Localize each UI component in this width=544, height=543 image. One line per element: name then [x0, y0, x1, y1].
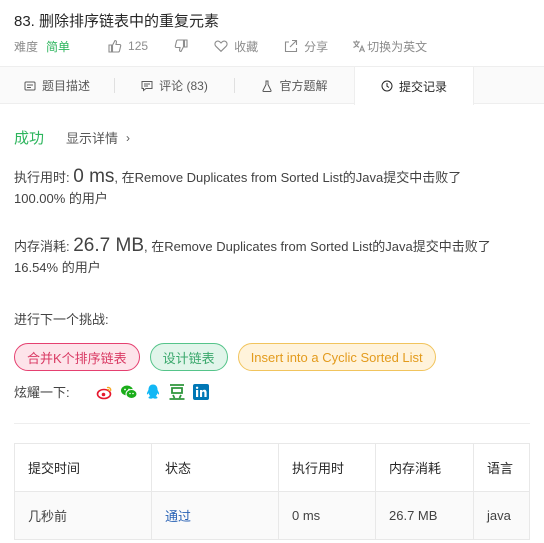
- runtime-label: 执行用时:: [14, 170, 74, 185]
- challenge-item-design-linked-list[interactable]: 设计链表: [149, 343, 228, 371]
- douban-icon[interactable]: [168, 383, 186, 401]
- show-details-link[interactable]: 显示详情 ›: [66, 128, 130, 147]
- tab-description-label: 题目描述: [41, 79, 90, 93]
- challenge-item-merge-k-sorted-lists[interactable]: 合并K个排序链表: [14, 343, 140, 371]
- description-icon: [24, 80, 36, 92]
- share-icon: [284, 39, 298, 53]
- section-divider: [14, 423, 530, 424]
- heart-icon: [214, 39, 228, 53]
- memory-stat: 内存消耗: 26.7 MB, 在Remove Duplicates from S…: [14, 235, 534, 278]
- tab-submissions-label: 提交记录: [398, 79, 447, 94]
- show-details-label: 显示详情: [66, 131, 119, 146]
- column-header-status: 状态: [151, 443, 279, 492]
- switch-language-label: 切换为英文: [367, 39, 428, 54]
- cell-status-link[interactable]: 通过: [151, 491, 279, 540]
- problem-header: 83. 删除排序链表中的重复元素 难度 简单 125 收藏 分享 切换为英文: [0, 0, 544, 66]
- tab-bar: 题目描述 评论 (83) 官方题解 提交记录: [0, 66, 544, 105]
- result-status: 成功: [14, 130, 45, 147]
- tab-description[interactable]: 题目描述: [0, 67, 114, 104]
- cell-language: java: [473, 491, 530, 540]
- chevron-right-icon: ›: [126, 130, 131, 145]
- cell-submit-time: 几秒前: [14, 491, 152, 540]
- column-header-runtime: 执行用时: [278, 443, 376, 492]
- column-header-memory: 内存消耗: [375, 443, 474, 492]
- runtime-stat: 执行用时: 0 ms, 在Remove Duplicates from Sort…: [14, 166, 534, 209]
- submission-result: 成功 显示详情 ›: [14, 127, 130, 148]
- tab-solution[interactable]: 官方题解: [235, 67, 354, 104]
- share-label: 分享: [304, 39, 329, 54]
- translate-icon: [352, 39, 366, 53]
- qq-icon[interactable]: [144, 383, 162, 401]
- table-row: 几秒前 通过 0 ms 26.7 MB java: [14, 491, 530, 540]
- tab-comments-label: 评论 (83): [159, 79, 208, 93]
- wechat-icon[interactable]: [120, 383, 138, 401]
- favorite-label: 收藏: [234, 39, 259, 54]
- memory-label: 内存消耗:: [14, 239, 74, 254]
- clock-icon: [381, 80, 393, 92]
- comment-icon: [141, 80, 153, 92]
- dislike-button[interactable]: [174, 39, 194, 53]
- column-header-language: 语言: [473, 443, 530, 492]
- share-bar: 炫耀一下:: [14, 382, 216, 401]
- submission-records-table: 提交时间 状态 执行用时 内存消耗 语言 几秒前 通过 0 ms 26.7 MB…: [14, 443, 530, 540]
- challenge-item-insert-cyclic-sorted-list[interactable]: Insert into a Cyclic Sorted List: [237, 343, 436, 371]
- favorite-button[interactable]: 收藏: [214, 38, 258, 55]
- like-count: 125: [128, 39, 149, 53]
- difficulty-value: 简单: [46, 39, 71, 54]
- cell-runtime: 0 ms: [278, 491, 376, 540]
- tab-solution-label: 官方题解: [279, 79, 328, 93]
- cell-memory: 26.7 MB: [375, 491, 474, 540]
- memory-text-a: , 在Remove Duplicates from Sorted List的Ja…: [144, 239, 491, 254]
- runtime-value: 0 ms: [73, 166, 115, 187]
- like-button[interactable]: 125: [108, 39, 148, 53]
- table-header-row: 提交时间 状态 执行用时 内存消耗 语言: [14, 443, 530, 492]
- difficulty-label: 难度: [14, 39, 39, 54]
- problem-title: 83. 删除排序链表中的重复元素: [14, 13, 220, 30]
- tab-submissions[interactable]: 提交记录: [354, 67, 474, 105]
- thumbs-down-icon: [174, 39, 188, 53]
- column-header-submit-time: 提交时间: [14, 443, 152, 492]
- flask-icon: [261, 80, 273, 92]
- runtime-text-b: 100.00% 的用户: [14, 191, 108, 206]
- problem-meta-bar: 难度 简单 125 收藏 分享 切换为英文: [14, 38, 427, 54]
- weibo-icon[interactable]: [96, 383, 114, 401]
- linkedin-icon[interactable]: [192, 383, 210, 401]
- runtime-text-a: , 在Remove Duplicates from Sorted List的Ja…: [114, 170, 462, 185]
- switch-language-button[interactable]: 切换为英文: [352, 38, 427, 55]
- share-bar-label: 炫耀一下:: [14, 385, 70, 400]
- memory-text-b: 16.54% 的用户: [14, 260, 101, 275]
- thumbs-up-icon: [108, 39, 122, 53]
- share-button[interactable]: 分享: [284, 38, 328, 55]
- next-challenge-title: 进行下一个挑战:: [14, 312, 109, 327]
- tab-comments[interactable]: 评论 (83): [115, 67, 234, 104]
- challenge-list: 合并K个排序链表 设计链表 Insert into a Cyclic Sorte…: [14, 343, 446, 371]
- memory-value: 26.7 MB: [73, 235, 144, 256]
